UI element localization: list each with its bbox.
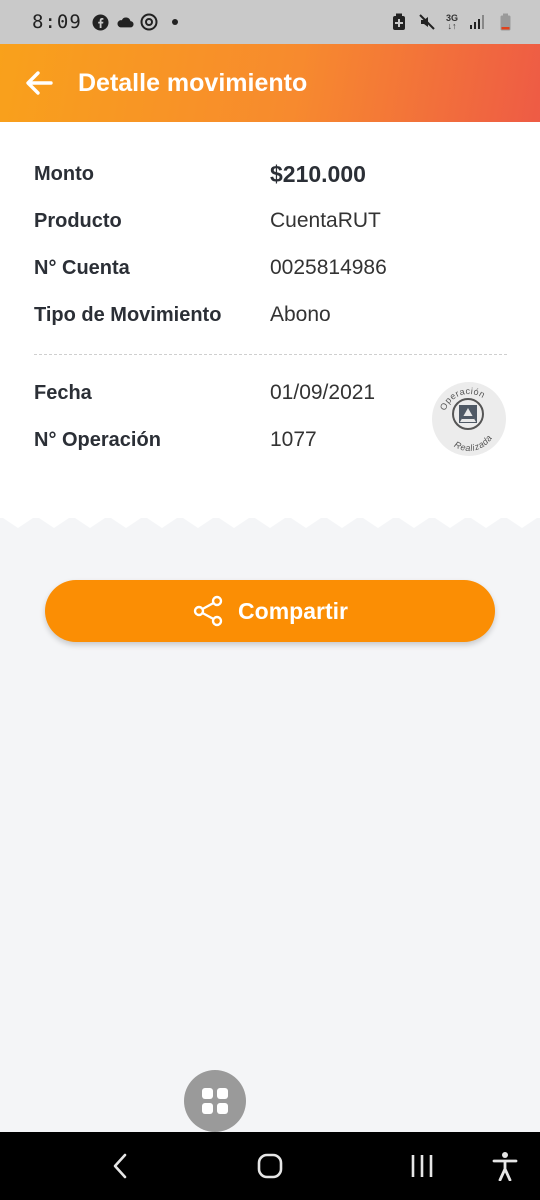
nav-accessibility-button[interactable] xyxy=(490,1150,520,1182)
share-icon xyxy=(193,595,223,627)
notification-dot xyxy=(171,19,178,25)
status-time: 8:09 xyxy=(32,11,82,33)
detail-row-type: Tipo de Movimiento Abono xyxy=(34,295,514,335)
account-label: N° Cuenta xyxy=(34,256,130,279)
recents-nav-icon xyxy=(411,1155,433,1177)
page-title: Detalle movimiento xyxy=(78,68,308,97)
menu-fab[interactable] xyxy=(184,1070,246,1132)
network-3g-icon: 3G ↓↑ xyxy=(445,13,458,31)
status-left: 8:09 xyxy=(32,11,178,33)
receipt-zigzag-edge xyxy=(0,508,540,528)
movement-type-label: Tipo de Movimiento xyxy=(34,303,222,326)
operation-label: N° Operación xyxy=(34,428,161,451)
movement-type-value: Abono xyxy=(270,303,331,326)
receipt-card: Monto $210.000 Producto CuentaRUT N° Cue… xyxy=(0,122,540,518)
operation-value: 1077 xyxy=(270,428,317,451)
detail-row-product: Producto CuentaRUT xyxy=(34,201,514,241)
share-button-label: Compartir xyxy=(238,597,348,624)
product-label: Producto xyxy=(34,209,122,232)
grid-menu-icon xyxy=(202,1088,228,1114)
battery-saver-icon xyxy=(390,13,408,31)
date-value: 01/09/2021 xyxy=(270,381,376,404)
cloud-icon xyxy=(116,13,134,31)
threads-icon xyxy=(140,13,158,31)
product-value: CuentaRUT xyxy=(270,209,381,232)
mute-icon xyxy=(418,13,436,31)
back-nav-icon xyxy=(113,1153,127,1179)
accessibility-icon xyxy=(492,1152,518,1181)
battery-icon xyxy=(496,13,514,31)
arrow-left-icon xyxy=(26,71,53,95)
account-value: 0025814986 xyxy=(270,256,387,279)
share-button[interactable]: Compartir xyxy=(45,580,495,642)
status-bar: 8:09 3G ↓↑ xyxy=(0,0,540,44)
nav-recents-button[interactable] xyxy=(408,1150,436,1182)
network-label: 3G xyxy=(445,13,458,23)
app-header: Detalle movimiento xyxy=(0,44,540,122)
back-button[interactable] xyxy=(24,68,54,98)
home-nav-icon xyxy=(257,1153,283,1179)
operation-stamp: Operación Realizada xyxy=(430,380,508,458)
date-label: Fecha xyxy=(34,381,92,404)
dashed-divider xyxy=(34,354,507,355)
system-nav-bar xyxy=(0,1132,540,1200)
facebook-icon xyxy=(92,13,110,31)
signal-icon xyxy=(468,13,486,31)
amount-label: Monto xyxy=(34,162,94,185)
amount-value: $210.000 xyxy=(270,160,366,187)
detail-row-account: N° Cuenta 0025814986 xyxy=(34,248,514,288)
status-right: 3G ↓↑ xyxy=(390,13,514,31)
nav-home-button[interactable] xyxy=(256,1150,284,1182)
nav-back-button[interactable] xyxy=(108,1150,132,1182)
detail-row-amount: Monto $210.000 xyxy=(34,154,514,194)
